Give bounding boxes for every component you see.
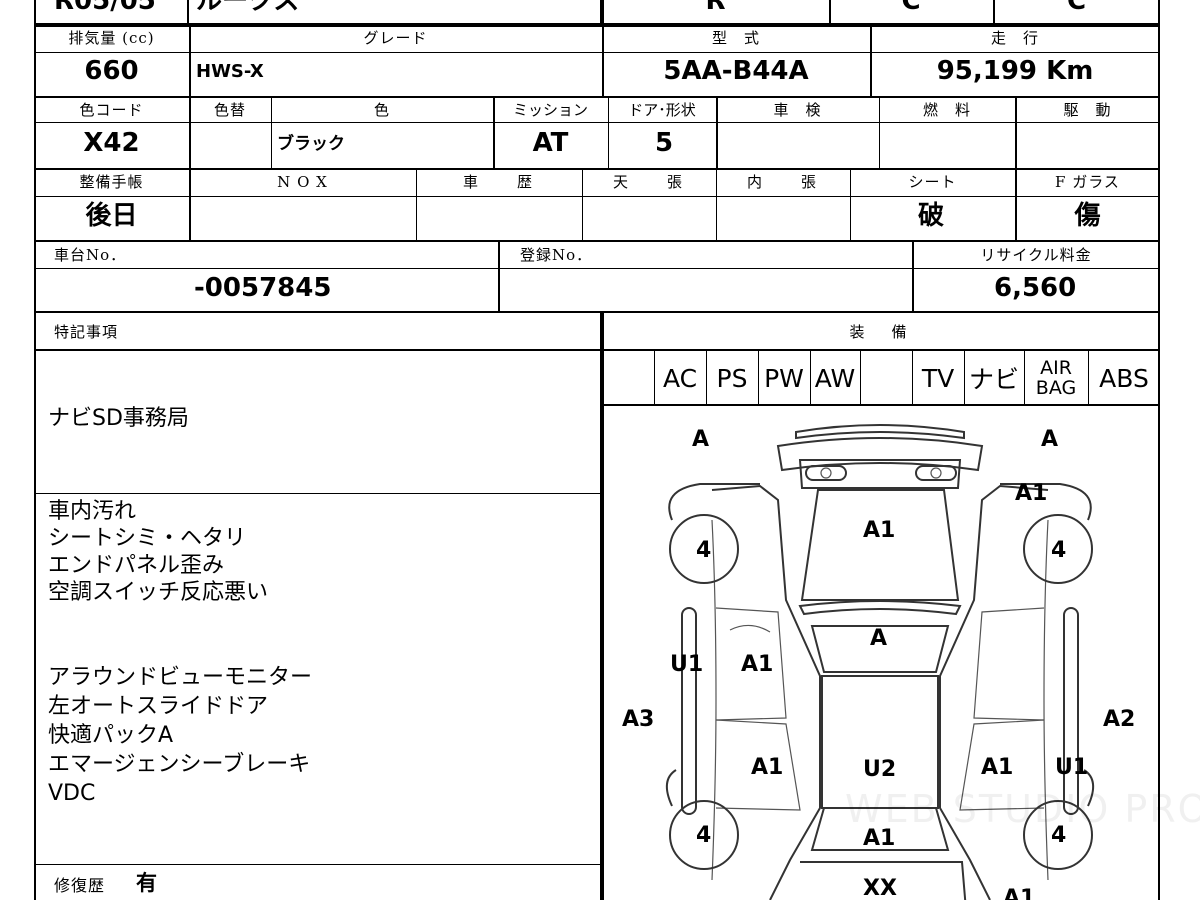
dmg-wheel-rl: 4 [696,823,712,848]
dmg-fender-fr: A1 [1015,481,1048,506]
car-diagram [665,424,1095,900]
dmg-pillar-left: U1 [670,652,704,677]
dmg-rear-glass: A1 [863,826,896,851]
dmg-roof: U2 [863,757,897,782]
dmg-door-fl: A1 [741,652,774,677]
dmg-rear-right: A1 [1003,886,1036,900]
dmg-door-rr: A1 [981,755,1014,780]
dmg-hood: A1 [863,518,896,543]
dmg-windshield: A [870,626,888,651]
dmg-side-left: A3 [622,707,655,732]
watermark: WEB STUDIO PRO [845,787,1200,831]
dmg-door-rl: A1 [751,755,784,780]
dmg-front-left: A [692,427,710,452]
dmg-wheel-fl: 4 [696,538,712,563]
dmg-wheel-fr: 4 [1051,538,1067,563]
auction-sheet: R05/05 ルークス R C C 排気量 (cc) 660 グレード HWS-… [0,0,1200,900]
dmg-pillar-right: U1 [1055,755,1089,780]
dmg-side-right: A2 [1103,707,1136,732]
dmg-tailgate: XX [863,876,897,900]
dmg-front-right: A [1041,427,1059,452]
